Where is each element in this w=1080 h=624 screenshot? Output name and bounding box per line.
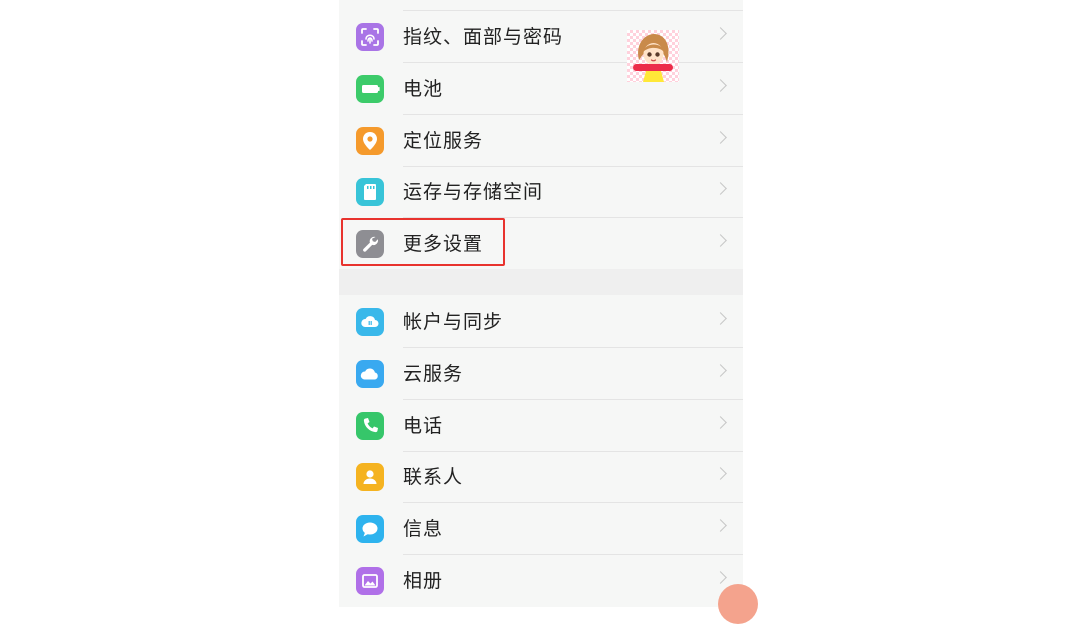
floating-assist-button[interactable]	[718, 584, 758, 624]
settings-item-location[interactable]: 定位服务	[339, 115, 743, 167]
settings-item-phone[interactable]: 电话	[339, 400, 743, 452]
settings-item-label: 电话	[403, 415, 444, 437]
battery-icon	[356, 75, 384, 103]
location-pin-icon	[356, 127, 384, 155]
settings-item-battery[interactable]: 电池	[339, 63, 743, 115]
settings-item-label: 运存与存储空间	[403, 181, 544, 203]
chevron-right-icon	[714, 27, 727, 40]
fingerprint-face-icon	[356, 23, 384, 51]
group-separator	[339, 269, 743, 295]
gallery-icon	[356, 567, 384, 595]
chevron-right-icon	[714, 79, 727, 92]
chevron-right-icon	[714, 234, 727, 247]
settings-screen: 指纹、面部与密码 电池 定位服务 运存与存储空间 更多设置 帐户与同步 云服务 …	[339, 0, 743, 607]
contact-icon	[356, 463, 384, 491]
settings-item-storage[interactable]: 运存与存储空间	[339, 166, 743, 218]
chevron-right-icon	[714, 467, 727, 480]
settings-item-messages[interactable]: 信息	[339, 503, 743, 555]
chevron-right-icon	[714, 416, 727, 429]
chevron-right-icon	[714, 182, 727, 195]
cloud-icon	[356, 360, 384, 388]
settings-item-label: 信息	[403, 518, 444, 540]
chevron-right-icon	[714, 364, 727, 377]
settings-item-gallery[interactable]: 相册	[339, 555, 743, 607]
settings-item-label: 指纹、面部与密码	[403, 26, 564, 48]
cartoon-girl-sticker	[627, 30, 679, 82]
settings-item-label: 帐户与同步	[403, 311, 504, 333]
chevron-right-icon	[714, 312, 727, 325]
message-icon	[356, 515, 384, 543]
chevron-right-icon	[714, 519, 727, 532]
account-sync-icon	[356, 308, 384, 336]
settings-item-fingerprint-face-password[interactable]: 指纹、面部与密码	[339, 11, 743, 63]
settings-item-label: 云服务	[403, 363, 464, 385]
settings-item-contacts[interactable]: 联系人	[339, 451, 743, 503]
settings-item-label: 相册	[403, 570, 444, 592]
chevron-right-icon	[714, 571, 727, 584]
storage-card-icon	[356, 178, 384, 206]
settings-item-label: 电池	[403, 78, 444, 100]
phone-icon	[356, 412, 384, 440]
settings-item-label: 联系人	[403, 466, 464, 488]
settings-item-account-sync[interactable]: 帐户与同步	[339, 296, 743, 348]
highlight-box	[341, 218, 505, 266]
settings-item-cloud-service[interactable]: 云服务	[339, 348, 743, 400]
chevron-right-icon	[714, 131, 727, 144]
settings-item-label: 定位服务	[403, 130, 484, 152]
